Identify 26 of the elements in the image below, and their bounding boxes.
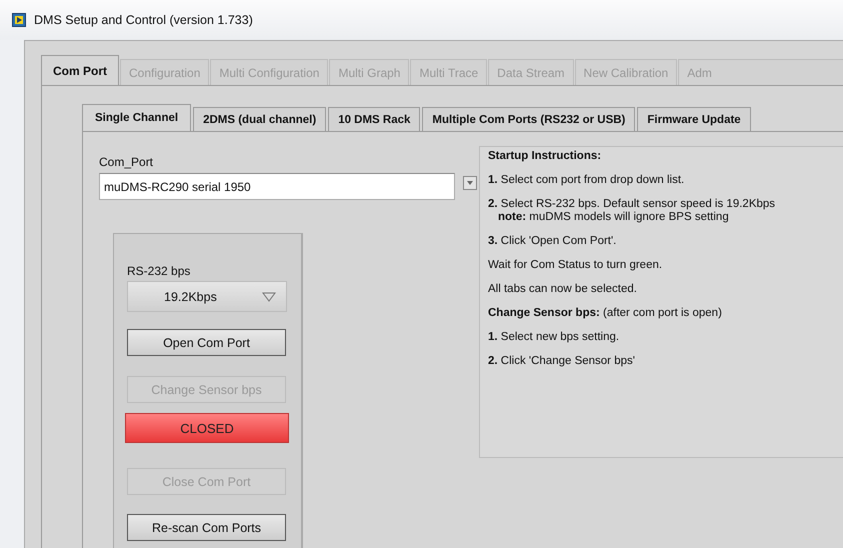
instruction-text: 3. Click 'Open Com Port'. [488, 235, 618, 248]
field-label: RS-232 bps [127, 264, 192, 278]
instruction-text: 1. Select new bps setting. [488, 331, 620, 344]
instruction-text: 1. Select com port from drop down list. [488, 174, 686, 187]
instruction-text: 2. Click 'Change Sensor bps' [488, 355, 636, 368]
window-title: DMS Setup and Control (version 1.733) [34, 13, 253, 27]
tab[interactable]: Com Port [41, 55, 119, 85]
tab[interactable]: 2DMS (dual channel) [193, 107, 326, 131]
instruction-text: Wait for Com Status to turn green. [488, 259, 664, 272]
instruction-text: Change Sensor bps: (after com port is open) [488, 307, 723, 320]
dropdown-arrow-icon [262, 292, 276, 302]
action-button[interactable]: Open Com Port [127, 329, 286, 356]
tab[interactable]: Multiple Com Ports (RS232 or USB) [422, 107, 636, 131]
instruction-text: All tabs can now be selected. [488, 283, 638, 296]
app-icon [12, 13, 26, 27]
bps-dropdown[interactable]: 19.2Kbps [127, 281, 287, 312]
tab[interactable]: Firmware Update [637, 107, 751, 131]
dropdown-icon[interactable] [463, 176, 477, 190]
tab[interactable]: Single Channel [82, 104, 192, 131]
com-port-field[interactable]: muDMS-RC290 serial 1950 [99, 173, 455, 200]
action-button[interactable]: Re-scan Com Ports [127, 514, 286, 541]
instruction-text: 2. Select RS-232 bps. Default sensor speed is 19.2Kbps note: muDMS models will ignore BPS setting [488, 198, 776, 224]
instruction-text: Startup Instructions: [488, 150, 602, 163]
status-indicator: CLOSED [125, 413, 289, 443]
field-label: Com_Port [99, 155, 154, 169]
tab[interactable]: 10 DMS Rack [328, 107, 420, 131]
